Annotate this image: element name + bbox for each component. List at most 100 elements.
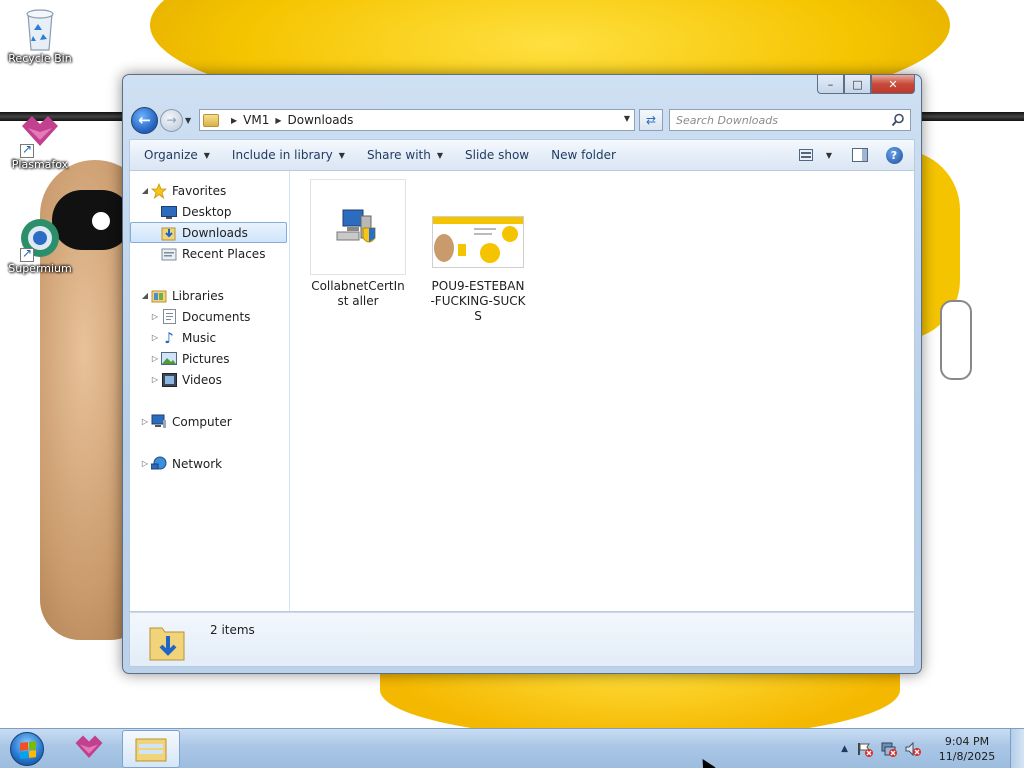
maximize-button[interactable]: □: [844, 75, 871, 94]
search-input[interactable]: [676, 113, 876, 127]
address-row: ← → ▼ ▶ VM1 ▶ Downloads ▼ ⇄: [131, 105, 915, 135]
expand-arrow-icon[interactable]: ▷: [150, 312, 160, 321]
chevron-down-icon: ▼: [436, 150, 443, 160]
navigation-pane: ◢ Favorites Desktop Downloads Recent Pla…: [130, 171, 290, 611]
image-thumbnail: [430, 179, 526, 275]
nav-item-network[interactable]: ▷ Network: [130, 453, 289, 474]
search-box[interactable]: [669, 109, 911, 131]
taskbar: ▲ 9:04 PM 11/8/2025: [0, 728, 1024, 768]
refresh-button[interactable]: ⇄: [639, 109, 663, 131]
organize-label: Organize: [144, 148, 198, 162]
action-center-icon[interactable]: [856, 740, 874, 758]
help-button[interactable]: ?: [880, 140, 908, 170]
pane-container: ◢ Favorites Desktop Downloads Recent Pla…: [129, 171, 915, 612]
file-name: CollabnetCertInst aller: [311, 279, 405, 308]
downloads-folder-icon: [160, 225, 178, 241]
include-in-library-menu[interactable]: Include in library ▼: [221, 140, 356, 170]
include-in-library-label: Include in library: [231, 148, 333, 162]
forward-button[interactable]: →: [160, 108, 183, 132]
desktop-icon-recycle-bin[interactable]: Recycle Bin: [2, 6, 78, 65]
item-count: 2 items: [210, 623, 255, 637]
taskbar-windows-explorer[interactable]: [122, 730, 180, 768]
show-desktop-button[interactable]: [1010, 729, 1024, 768]
explorer-window: – □ ✕ ← → ▼ ▶ VM1 ▶ Downloads ▼ ⇄ Organi…: [122, 74, 922, 674]
change-view-button[interactable]: [792, 140, 820, 170]
windows-logo-icon: [10, 732, 44, 766]
expand-arrow-icon[interactable]: ▷: [150, 354, 160, 363]
pictures-icon: [160, 351, 178, 367]
plasmafox-icon: [18, 112, 62, 158]
desktop-icon: [160, 204, 178, 220]
nav-item-favorites[interactable]: ◢ Favorites: [130, 180, 289, 201]
recent-pages-dropdown[interactable]: ▼: [185, 116, 195, 125]
show-hidden-icons-button[interactable]: ▲: [841, 744, 848, 754]
collapse-arrow-icon[interactable]: ◢: [140, 291, 150, 300]
nav-item-recent-places[interactable]: Recent Places: [130, 243, 289, 264]
documents-icon: [160, 309, 178, 325]
address-history-dropdown[interactable]: ▼: [624, 114, 630, 123]
close-button[interactable]: ✕: [871, 75, 915, 94]
toolbar-right-group: ▼ ?: [792, 140, 914, 170]
computer-icon: [150, 414, 168, 430]
downloads-folder-icon: [149, 627, 185, 661]
folder-icon: [135, 738, 167, 762]
volume-muted-icon[interactable]: [904, 740, 922, 758]
view-options-dropdown[interactable]: ▼: [820, 140, 838, 170]
desktop-icon-supermium[interactable]: Supermium: [2, 216, 78, 275]
expand-arrow-icon[interactable]: ▷: [150, 375, 160, 384]
organize-menu[interactable]: Organize ▼: [130, 140, 221, 170]
search-icon[interactable]: [891, 113, 905, 127]
breadcrumb-downloads[interactable]: Downloads: [288, 113, 354, 127]
new-folder-label: New folder: [551, 148, 616, 162]
network-status-icon[interactable]: [880, 740, 898, 758]
nav-item-libraries[interactable]: ◢ Libraries: [130, 285, 289, 306]
start-button[interactable]: [4, 730, 50, 768]
preview-pane-button[interactable]: [846, 140, 874, 170]
clock-time: 9:04 PM: [944, 735, 990, 748]
share-with-menu[interactable]: Share with ▼: [356, 140, 454, 170]
nav-item-label: Network: [172, 456, 223, 471]
nav-item-label: Recent Places: [182, 246, 266, 261]
nav-item-label: Libraries: [172, 288, 224, 303]
libraries-icon: [150, 288, 168, 304]
nav-item-label: Desktop: [182, 204, 232, 219]
taskbar-plasmafox[interactable]: [60, 730, 118, 768]
file-list-pane: CollabnetCertInst aller POU9-ESTEBAN-FUC…: [290, 171, 914, 611]
nav-item-label: Documents: [182, 309, 251, 324]
breadcrumb-vm1[interactable]: VM1: [243, 113, 269, 127]
file-item[interactable]: CollabnetCertInst aller: [310, 179, 406, 309]
desktop-icon-plasmafox[interactable]: Plasmafox: [2, 112, 78, 171]
wallpaper-hand: [940, 300, 972, 380]
star-icon: [150, 182, 168, 199]
back-button[interactable]: ←: [131, 106, 158, 134]
nav-item-music[interactable]: ▷ ♪ Music: [130, 327, 289, 348]
slide-show-button[interactable]: Slide show: [454, 140, 540, 170]
nav-item-pictures[interactable]: ▷ Pictures: [130, 348, 289, 369]
expand-arrow-icon[interactable]: ▷: [140, 417, 150, 426]
nav-item-downloads[interactable]: Downloads: [130, 222, 287, 243]
expand-arrow-icon[interactable]: ▷: [150, 333, 160, 342]
shortcut-arrow-icon: [20, 142, 34, 158]
collapse-arrow-icon[interactable]: ◢: [140, 186, 150, 195]
slide-show-label: Slide show: [465, 148, 530, 162]
nav-item-documents[interactable]: ▷ Documents: [130, 306, 289, 327]
nav-item-videos[interactable]: ▷ Videos: [130, 369, 289, 390]
address-bar[interactable]: ▶ VM1 ▶ Downloads ▼: [199, 109, 635, 131]
nav-item-computer[interactable]: ▷ Computer: [130, 411, 289, 432]
clock[interactable]: 9:04 PM 11/8/2025: [936, 734, 998, 764]
chevron-down-icon: ▼: [825, 150, 833, 160]
breadcrumb-separator[interactable]: ▶: [275, 116, 281, 125]
nav-item-label: Music: [182, 330, 217, 345]
window-controls: – □ ✕: [817, 75, 915, 94]
command-toolbar: Organize ▼ Include in library ▼ Share with…: [129, 139, 915, 171]
help-icon: ?: [885, 146, 903, 164]
nav-item-desktop[interactable]: Desktop: [130, 201, 289, 222]
minimize-button[interactable]: –: [817, 75, 844, 94]
nav-item-label: Computer: [172, 414, 232, 429]
breadcrumb-separator[interactable]: ▶: [231, 116, 237, 125]
file-item[interactable]: POU9-ESTEBAN-FUCKING-SUCKS: [430, 179, 526, 324]
expand-arrow-icon[interactable]: ▷: [140, 459, 150, 468]
new-folder-button[interactable]: New folder: [540, 140, 627, 170]
desktop-icon-label: Supermium: [8, 262, 72, 275]
